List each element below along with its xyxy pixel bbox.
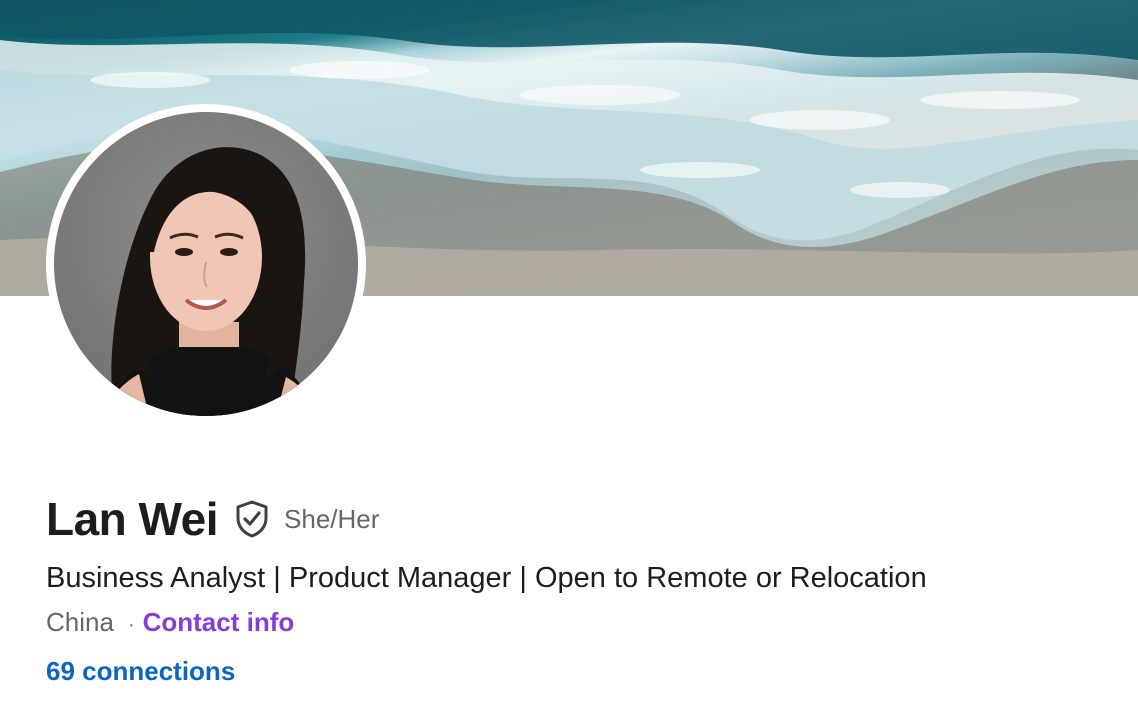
profile-card: Lan Wei She/Her Business Analyst | Produ… <box>0 0 1138 710</box>
avatar-ring <box>46 104 366 424</box>
name-row: Lan Wei She/Her <box>46 488 1098 550</box>
profile-photo[interactable] <box>54 112 358 416</box>
connections-link[interactable]: 69 connections <box>46 656 235 687</box>
profile-info: Lan Wei She/Her Business Analyst | Produ… <box>46 488 1098 687</box>
separator-dot: · <box>127 614 135 636</box>
contact-info-link[interactable]: Contact info <box>143 605 295 639</box>
profile-name: Lan Wei <box>46 493 219 545</box>
location: China <box>46 607 114 637</box>
verified-shield-icon[interactable] <box>232 499 272 539</box>
location-row: China · Contact info <box>46 605 1098 642</box>
profile-headline: Business Analyst | Product Manager | Ope… <box>46 562 927 594</box>
pronouns: She/Her <box>284 503 380 534</box>
